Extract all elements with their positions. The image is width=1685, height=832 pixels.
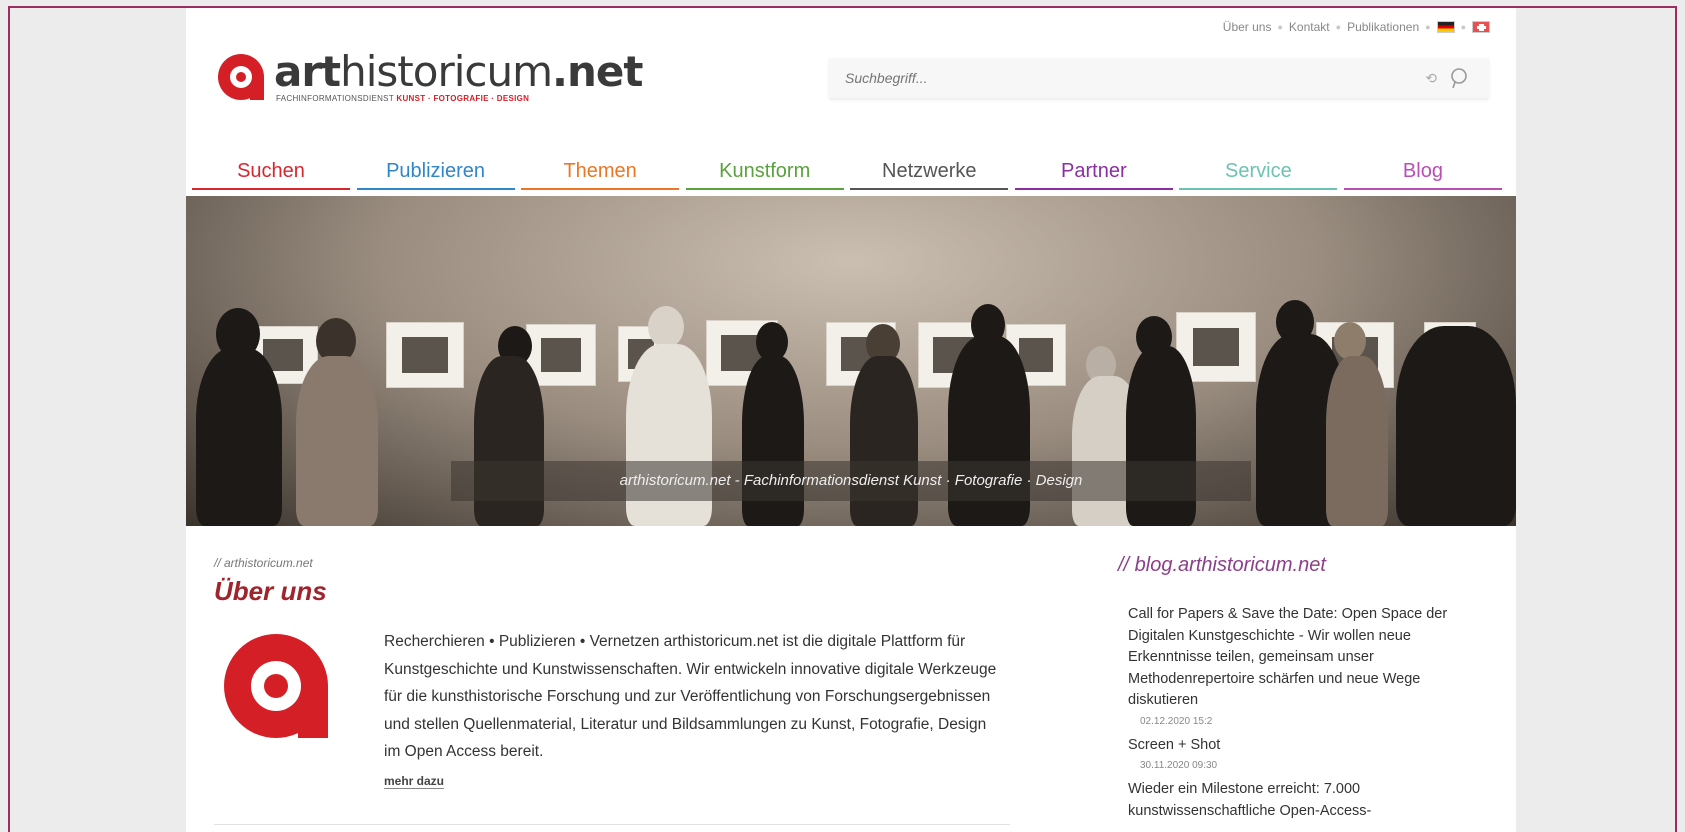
nav-item-themen[interactable]: Themen: [521, 148, 680, 190]
hero-banner: arthistoricum.net - Fachinformationsdien…: [186, 196, 1516, 526]
link-contact[interactable]: Kontakt: [1289, 20, 1330, 34]
search-icon[interactable]: [1447, 66, 1471, 90]
browser-frame: Über uns ● Kontakt ● Publikationen ● ● a…: [8, 6, 1677, 832]
blog-item-title[interactable]: Wieder ein Milestone erreicht: 7.000 kun…: [1128, 779, 1478, 822]
nav-item-kunstform[interactable]: Kunstform: [685, 148, 844, 190]
nav-item-netzwerke[interactable]: Netzwerke: [850, 148, 1009, 190]
german-flag-icon[interactable]: [1436, 21, 1455, 33]
logo-tagline: FACHINFORMATIONSDIENST KUNST · FOTOGRAFI…: [276, 94, 530, 103]
link-about[interactable]: Über uns: [1223, 20, 1272, 34]
blog-item-title[interactable]: Screen + Shot: [1128, 735, 1478, 757]
history-icon[interactable]: ⟲: [1425, 70, 1437, 87]
blog-item-date: 02.12.2020 15:2: [1140, 715, 1213, 727]
blog-heading[interactable]: // blog.arthistoricum.net: [1118, 554, 1326, 577]
blog-item[interactable]: Wieder ein Milestone erreicht: 7.000 kun…: [1128, 779, 1478, 822]
blog-item-date: 30.11.2020 09:30: [1140, 760, 1218, 771]
blog-item[interactable]: Screen + Shot 30.11.2020 09:30: [1128, 735, 1478, 772]
link-publications[interactable]: Publikationen: [1347, 20, 1419, 34]
about-title: Über uns: [214, 576, 327, 606]
top-links: Über uns ● Kontakt ● Publikationen ● ●: [1223, 20, 1490, 34]
breadcrumb: // arthistoricum.net: [214, 556, 313, 570]
search-input[interactable]: [829, 70, 1426, 86]
nav-item-partner[interactable]: Partner: [1014, 148, 1173, 190]
separator: ●: [1460, 22, 1466, 32]
nav-item-service[interactable]: Service: [1179, 148, 1338, 190]
nav-item-blog[interactable]: Blog: [1343, 148, 1502, 190]
more-link[interactable]: mehr dazu: [384, 774, 445, 789]
separator: ●: [1335, 22, 1342, 32]
about-logo-icon: [224, 634, 328, 738]
english-flag-icon[interactable]: [1472, 21, 1490, 33]
nav-item-publizieren[interactable]: Publizieren: [356, 148, 515, 190]
about-text: Recherchieren • Publizieren • Vernetzen …: [384, 633, 997, 760]
main-nav: Suchen Publizieren Themen Kunstform Netzwerk…: [192, 148, 1502, 190]
separator: ●: [1277, 22, 1283, 32]
blog-item-title[interactable]: Call for Papers & Save the Date: Open Sp…: [1128, 604, 1478, 712]
hero-caption: arthistoricum.net - Fachinformationsdien…: [451, 461, 1251, 501]
separator: ●: [1425, 22, 1431, 32]
divider: [214, 824, 1010, 825]
site-logo[interactable]: arthistoricum.net FACHINFORMATIONSDIENST…: [218, 48, 643, 108]
blog-list: Call for Papers & Save the Date: Open Sp…: [1128, 604, 1478, 830]
search-bar: ⟲: [829, 58, 1489, 98]
nav-item-suchen[interactable]: Suchen: [192, 148, 350, 190]
page: Über uns ● Kontakt ● Publikationen ● ● a…: [186, 8, 1516, 832]
logo-wordmark: arthistoricum.net: [274, 47, 643, 96]
blog-item[interactable]: Call for Papers & Save the Date: Open Sp…: [1128, 604, 1478, 727]
logo-mark-icon: [218, 54, 264, 100]
